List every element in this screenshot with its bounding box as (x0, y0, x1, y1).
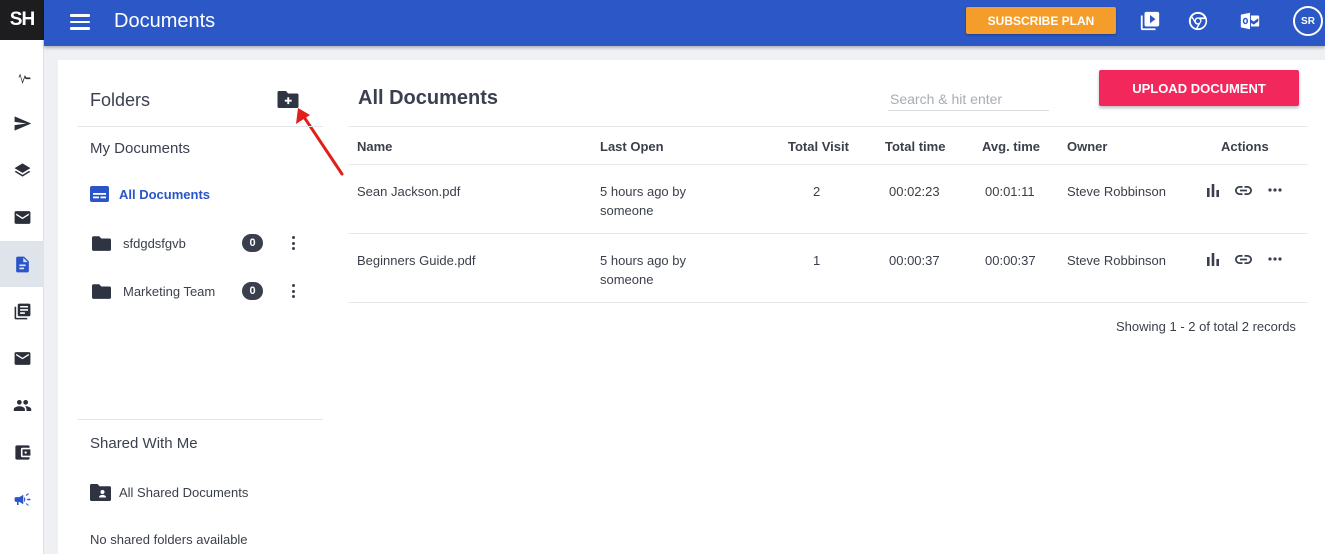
last-open: 5 hours ago by someone (600, 184, 687, 218)
main-card: Folders My Documents All Documents sfdgd… (58, 60, 1325, 554)
documents-title: All Documents (358, 87, 499, 109)
layers-icon[interactable] (0, 147, 44, 193)
document-icon[interactable] (0, 241, 44, 287)
total-time: 00:02:23 (889, 184, 940, 199)
folder-item[interactable]: Marketing Team 0 (92, 279, 307, 303)
new-folder-icon[interactable] (277, 89, 299, 109)
column-header-name[interactable]: Name (357, 139, 392, 154)
documents-table: Name Last Open Total Visit Total time Av… (348, 126, 1308, 303)
outlook-icon[interactable] (1238, 9, 1262, 33)
video-library-icon[interactable] (1138, 9, 1162, 33)
owner: Steve Robbinson (1067, 253, 1167, 268)
folders-divider (78, 126, 323, 127)
all-shared-documents[interactable]: All Shared Documents (90, 483, 248, 501)
folder-count-badge: 0 (242, 282, 263, 300)
menu-icon[interactable] (70, 13, 90, 31)
folder-label: All Documents (119, 186, 211, 202)
subscribe-plan-button[interactable]: SUBSCRIBE PLAN (966, 7, 1116, 34)
document-name[interactable]: Sean Jackson.pdf (357, 182, 460, 201)
inbox-icon[interactable] (0, 194, 44, 240)
user-avatar[interactable]: SR (1293, 6, 1323, 36)
folder-icon (92, 283, 111, 299)
table-row[interactable]: Beginners Guide.pdf 5 hours ago by someon… (348, 234, 1308, 303)
app-logo[interactable]: SH (0, 0, 44, 40)
more-vert-icon[interactable] (290, 283, 296, 299)
library-icon[interactable] (0, 288, 44, 334)
mail-icon[interactable] (0, 335, 44, 381)
megaphone-icon[interactable] (0, 476, 44, 522)
folder-item[interactable]: sfdgdsfgvb 0 (92, 231, 307, 255)
folder-icon (92, 235, 111, 251)
chrome-icon[interactable] (1186, 9, 1210, 33)
folder-label: sfdgdsfgvb (123, 235, 186, 251)
send-icon[interactable] (0, 100, 44, 146)
shared-with-me-title: Shared With Me (90, 435, 198, 452)
more-horiz-icon[interactable] (1265, 182, 1284, 198)
owner: Steve Robbinson (1067, 184, 1167, 199)
upload-document-button[interactable]: UPLOAD DOCUMENT (1099, 70, 1299, 106)
column-header-total-visit[interactable]: Total Visit (788, 139, 849, 154)
pulse-icon[interactable] (0, 54, 44, 100)
link-icon[interactable] (1234, 182, 1253, 198)
top-bar: Documents SUBSCRIBE PLAN SR (44, 0, 1325, 46)
analytics-icon[interactable] (1203, 251, 1222, 267)
search-input[interactable] (888, 87, 1049, 111)
shared-label: All Shared Documents (119, 484, 249, 500)
total-visit: 2 (813, 184, 821, 199)
avg-time: 00:00:37 (985, 253, 1036, 268)
people-icon[interactable] (0, 382, 44, 428)
table-header: Name Last Open Total Visit Total time Av… (348, 126, 1308, 165)
column-header-actions: Actions (1221, 139, 1269, 154)
total-visit: 1 (813, 253, 821, 268)
row-actions (1203, 182, 1284, 198)
folders-title: Folders (90, 90, 151, 110)
shared-folder-icon (90, 484, 111, 501)
folder-all-documents[interactable]: All Documents (90, 182, 305, 206)
column-header-last-open[interactable]: Last Open (600, 139, 664, 154)
documents-icon (90, 186, 109, 202)
total-time: 00:00:37 (889, 253, 940, 268)
no-shared-folders-text: No shared folders available (90, 532, 248, 547)
column-header-total-time[interactable]: Total time (885, 139, 945, 154)
analytics-icon[interactable] (1203, 182, 1222, 198)
column-header-avg-time[interactable]: Avg. time (982, 139, 1040, 154)
more-horiz-icon[interactable] (1265, 251, 1284, 267)
page-title: Documents (114, 10, 216, 32)
my-documents-title: My Documents (90, 140, 191, 157)
folder-count-badge: 0 (242, 234, 263, 252)
more-vert-icon[interactable] (290, 235, 296, 251)
shared-divider (78, 419, 323, 420)
records-summary: Showing 1 - 2 of total 2 records (1116, 319, 1296, 334)
link-icon[interactable] (1234, 251, 1253, 267)
table-row[interactable]: Sean Jackson.pdf 5 hours ago by someone 2… (348, 165, 1308, 234)
row-actions (1203, 251, 1284, 267)
column-header-owner[interactable]: Owner (1067, 139, 1107, 154)
last-open: 5 hours ago by someone (600, 253, 687, 287)
wallet-icon[interactable] (0, 429, 44, 475)
annotation-arrow (296, 108, 344, 176)
left-rail: SH (0, 0, 44, 554)
avg-time: 00:01:11 (985, 184, 1035, 199)
folder-label: Marketing Team (123, 283, 216, 299)
document-name[interactable]: Beginners Guide.pdf (357, 251, 476, 270)
